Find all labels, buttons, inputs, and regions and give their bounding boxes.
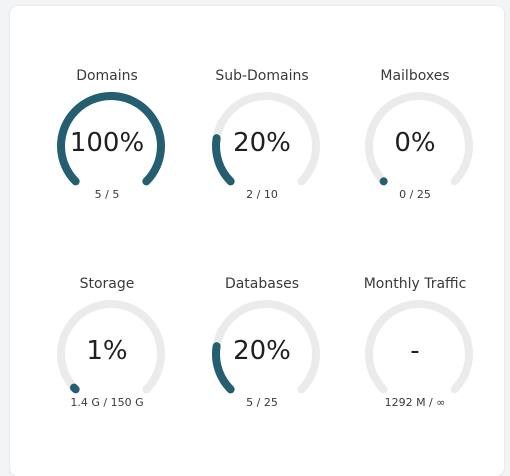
- gauge-percent: 1%: [37, 336, 177, 366]
- gauge-progress: [74, 388, 76, 390]
- gauge-usage: 5 / 25: [192, 396, 332, 409]
- gauge-storage: Storage 1% 1.4 G / 150 G: [37, 276, 177, 426]
- gauge-title: Mailboxes: [345, 68, 485, 84]
- gauge-title: Databases: [192, 276, 332, 292]
- gauge-percent: 0%: [345, 128, 485, 158]
- gauge-percent: 20%: [192, 128, 332, 158]
- gauge-usage: 1.4 G / 150 G: [37, 396, 177, 409]
- gauge-usage: 0 / 25: [345, 188, 485, 201]
- gauge-percent: -: [345, 336, 485, 366]
- gauge-title: Storage: [37, 276, 177, 292]
- gauge-usage: 2 / 10: [192, 188, 332, 201]
- gauge-usage: 5 / 5: [37, 188, 177, 201]
- gauge-percent: 20%: [192, 336, 332, 366]
- gauge-monthly-traffic: Monthly Traffic - 1292 M / ∞: [345, 276, 485, 426]
- usage-card: Domains 100% 5 / 5 Sub-Domains 20% 2 / 1…: [10, 6, 504, 476]
- gauge-sub-domains: Sub-Domains 20% 2 / 10: [192, 68, 332, 218]
- gauge-title: Sub-Domains: [192, 68, 332, 84]
- gauge-title: Monthly Traffic: [345, 276, 485, 292]
- gauge-title: Domains: [37, 68, 177, 84]
- gauge-usage: 1292 M / ∞: [345, 396, 485, 409]
- gauge-databases: Databases 20% 5 / 25: [192, 276, 332, 426]
- gauge-percent: 100%: [37, 128, 177, 158]
- gauge-domains: Domains 100% 5 / 5: [37, 68, 177, 218]
- gauge-mailboxes: Mailboxes 0% 0 / 25: [345, 68, 485, 218]
